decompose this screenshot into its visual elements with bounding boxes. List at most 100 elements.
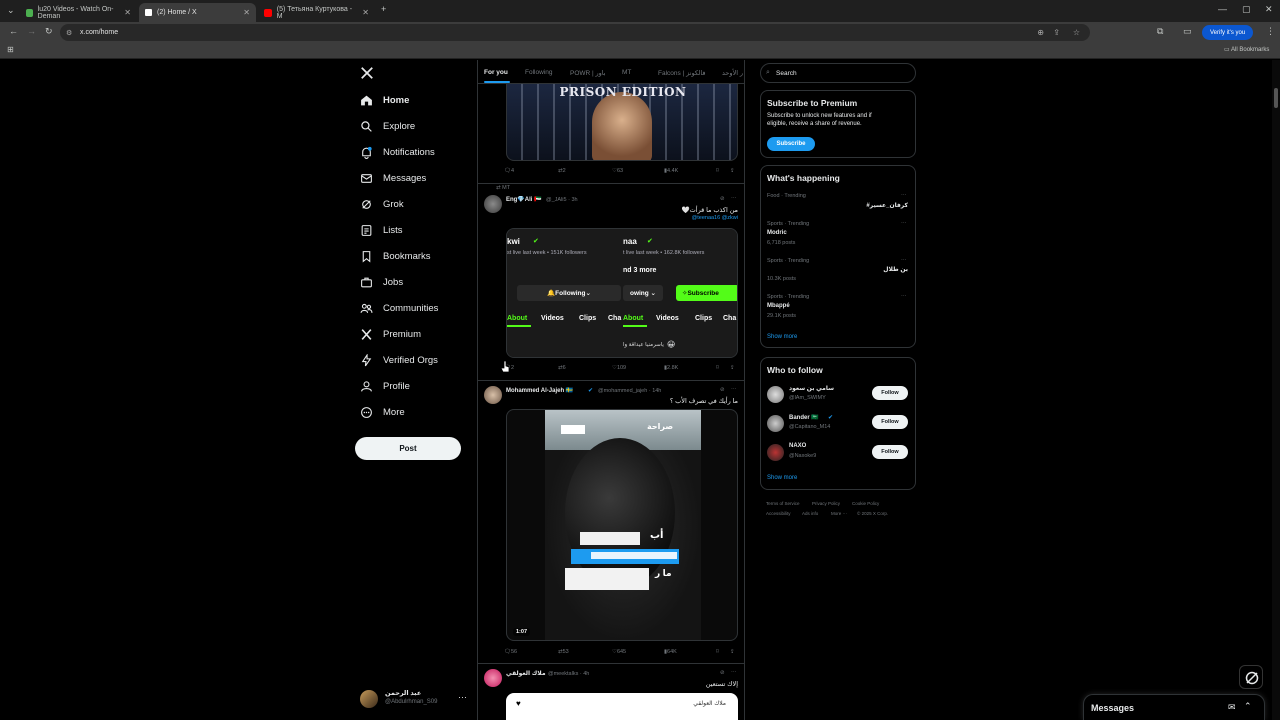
- reply-button[interactable]: 🗨︎ 56: [504, 649, 517, 655]
- repost-button[interactable]: ⇄ 6: [558, 365, 566, 371]
- post-button[interactable]: Post: [355, 437, 461, 460]
- nav-item-verified-orgs[interactable]: Verified Orgs: [360, 354, 438, 367]
- more-icon[interactable]: ···: [901, 220, 907, 226]
- like-button[interactable]: ♡ 63: [612, 168, 623, 174]
- bookmark-star-icon[interactable]: ☆: [1073, 28, 1080, 37]
- tab-alawhad[interactable]: ر الأوحد: [722, 69, 743, 77]
- close-tab-icon[interactable]: ✕: [362, 8, 369, 17]
- address-bar[interactable]: ⚙ x.com/home ⊕ ⇪ ☆: [60, 24, 1090, 41]
- author-name[interactable]: Mohammed Al-Jajeh 🇸🇪: [506, 387, 573, 394]
- more-icon[interactable]: ···: [901, 257, 907, 263]
- show-more-link[interactable]: Show more: [767, 475, 797, 481]
- nav-item-notifications[interactable]: Notifications: [360, 146, 435, 159]
- post-video[interactable]: صراحة أب ما ر 1:07: [506, 409, 738, 641]
- tab-for-you[interactable]: For you: [484, 69, 508, 76]
- views-button[interactable]: ▮ 4.4K: [664, 168, 678, 174]
- scrollbar[interactable]: [1272, 60, 1280, 720]
- zoom-icon[interactable]: ⊕: [1037, 28, 1044, 37]
- quote-card[interactable]: ♥ ملاك العولقي: [506, 693, 738, 720]
- x-logo-icon[interactable]: [360, 66, 374, 80]
- post-mentions[interactable]: @teenaa16 @zkwi: [692, 215, 738, 221]
- nav-item-premium[interactable]: Premium: [360, 328, 421, 341]
- new-message-icon[interactable]: ✉: [1228, 702, 1236, 713]
- author-name[interactable]: Eng💎Ali 🇦🇪: [506, 196, 542, 203]
- window-close-icon[interactable]: ✕: [1265, 4, 1273, 15]
- avatar[interactable]: [484, 386, 502, 404]
- search-input[interactable]: ⌕ Search: [760, 63, 916, 83]
- tab-home-x[interactable]: (2) Home / X ✕: [139, 3, 256, 22]
- like-button[interactable]: ♡ 645: [612, 649, 626, 655]
- verify-button[interactable]: Verify it's you: [1202, 25, 1254, 40]
- nav-item-explore[interactable]: Explore: [360, 120, 415, 133]
- all-bookmarks-link[interactable]: ▭ All Bookmarks: [1224, 46, 1269, 53]
- maximize-icon[interactable]: ▢: [1242, 4, 1251, 15]
- expand-chevron-icon[interactable]: ⌃: [1244, 701, 1252, 712]
- accessibility-link[interactable]: Accessibility: [766, 511, 791, 516]
- nav-item-bookmarks[interactable]: Bookmarks: [360, 250, 431, 263]
- repost-button[interactable]: ⇄ 53: [558, 649, 569, 655]
- nav-item-home[interactable]: Home: [360, 94, 409, 107]
- views-button[interactable]: ▮ 64K: [664, 649, 677, 655]
- minimize-icon[interactable]: —: [1218, 4, 1227, 14]
- follow-button[interactable]: Follow: [872, 445, 908, 459]
- avatar[interactable]: [484, 669, 502, 687]
- views-button[interactable]: ▮ 2.8K: [664, 365, 678, 371]
- share-icon[interactable]: ⇪: [730, 168, 735, 174]
- more-icon[interactable]: ···: [731, 669, 737, 675]
- kebab-menu-icon[interactable]: ⋮: [1266, 26, 1275, 37]
- tab-youtube[interactable]: (5) Тетьяна Куртукова - M ✕: [258, 3, 375, 22]
- author-handle[interactable]: @meektalks · 4h: [548, 671, 589, 677]
- forward-icon[interactable]: →: [27, 26, 36, 36]
- share-icon[interactable]: ⇪: [730, 365, 735, 371]
- tab-mt[interactable]: MT: [622, 69, 631, 76]
- avatar[interactable]: [484, 195, 502, 213]
- more-icon[interactable]: ···: [901, 192, 907, 198]
- show-more-link[interactable]: Show more: [767, 334, 797, 340]
- subscribe-button[interactable]: Subscribe: [767, 137, 815, 151]
- share-icon[interactable]: ⇪: [1053, 28, 1060, 37]
- close-tab-icon[interactable]: ✕: [243, 8, 250, 17]
- grok-icon[interactable]: ⊘: [720, 670, 725, 676]
- nav-item-jobs[interactable]: Jobs: [360, 276, 403, 289]
- nav-item-messages[interactable]: Messages: [360, 172, 426, 185]
- post-image[interactable]: PRISON EDITION: [506, 84, 738, 161]
- author-handle[interactable]: @_JAli5 · 3h: [546, 197, 578, 203]
- reply-button[interactable]: 🗨︎ 4: [504, 168, 514, 174]
- terms-link[interactable]: Terms of Service: [766, 501, 800, 506]
- extensions-icon[interactable]: ⧉: [1157, 26, 1163, 37]
- grok-button[interactable]: [1239, 665, 1263, 689]
- more-icon[interactable]: ···: [731, 195, 737, 201]
- repost-button[interactable]: ⇄ 2: [558, 168, 566, 174]
- apps-icon[interactable]: ⊞: [7, 45, 14, 54]
- reload-icon[interactable]: ↻: [45, 26, 53, 37]
- like-button[interactable]: ♡ 109: [612, 365, 626, 371]
- ads-info-link[interactable]: Ads info: [802, 511, 818, 516]
- tab-lu20[interactable]: lu20 Videos - Watch On-Deman ✕: [20, 3, 137, 22]
- tab-powr[interactable]: POWR | باور: [570, 69, 606, 77]
- more-icon[interactable]: ···: [901, 293, 907, 299]
- share-icon[interactable]: ⇪: [730, 649, 735, 655]
- close-tab-icon[interactable]: ✕: [124, 8, 131, 17]
- nav-item-communities[interactable]: Communities: [360, 302, 438, 315]
- author-name[interactable]: ملاك العولقي: [506, 670, 546, 677]
- account-switcher[interactable]: عبد الرحمن @Abdulrhman_S09 ···: [360, 688, 470, 710]
- new-tab-icon[interactable]: +: [381, 4, 386, 14]
- tab-search-icon[interactable]: ⌄: [7, 5, 15, 16]
- author-handle[interactable]: @mohammed_jajeh · 14h: [598, 388, 661, 394]
- nav-item-profile[interactable]: Profile: [360, 380, 410, 393]
- back-icon[interactable]: ←: [9, 26, 18, 36]
- scrollbar-thumb[interactable]: [1274, 88, 1278, 108]
- nav-item-grok[interactable]: Grok: [360, 198, 404, 211]
- more-link[interactable]: More ···: [831, 511, 847, 516]
- cast-icon[interactable]: ▭: [1183, 26, 1192, 37]
- tab-falcons[interactable]: Falcons | فالكونز: [658, 69, 705, 77]
- bookmark-icon[interactable]: ⌑: [716, 649, 719, 655]
- post-image[interactable]: kwi ✔ st live last week • 151K followers…: [506, 228, 738, 358]
- bookmark-icon[interactable]: ⌑: [716, 168, 719, 174]
- more-icon[interactable]: ···: [731, 386, 737, 392]
- site-info-icon[interactable]: ⚙: [66, 29, 72, 37]
- grok-icon[interactable]: ⊘: [720, 387, 725, 393]
- tab-following[interactable]: Following: [525, 69, 552, 76]
- follow-button[interactable]: Follow: [872, 386, 908, 400]
- privacy-link[interactable]: Privacy Policy: [812, 501, 840, 506]
